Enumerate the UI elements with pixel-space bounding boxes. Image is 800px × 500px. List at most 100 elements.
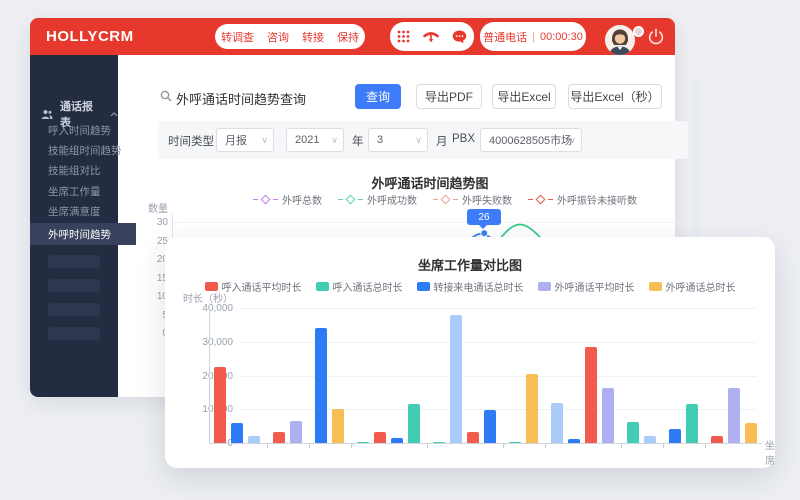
bar-6-0 bbox=[551, 403, 563, 443]
legend-swatch bbox=[649, 282, 662, 291]
line-legend-item-0[interactable]: 外呼总数 bbox=[253, 192, 322, 207]
year-select[interactable]: 2021∨ bbox=[286, 128, 344, 152]
bar-9-0 bbox=[711, 436, 723, 443]
phone-down-icon[interactable] bbox=[423, 30, 439, 44]
sidebar-skeleton bbox=[48, 303, 100, 316]
chart-tooltip-arrow bbox=[479, 225, 487, 233]
line-chart-legend: 外呼总数 外呼成功数 外呼失败数 外呼振铃未接听数 bbox=[195, 192, 695, 207]
legend-line bbox=[358, 199, 363, 201]
bar-4-1 bbox=[450, 315, 462, 443]
header-icon-group bbox=[390, 22, 474, 51]
grid-icon[interactable] bbox=[397, 30, 410, 43]
x-axis-tick bbox=[309, 444, 310, 448]
bar-0-0 bbox=[214, 367, 226, 443]
sidebar-item-3[interactable]: 坐席工作量 bbox=[30, 181, 136, 201]
bar-5-0 bbox=[509, 442, 521, 444]
time-type-value: 月报 bbox=[225, 132, 247, 148]
pbx-select[interactable]: 4000628505市场∨ bbox=[480, 128, 582, 152]
bar-legend-item-1[interactable]: 呼入通话总时长 bbox=[316, 279, 403, 294]
export-button-2[interactable]: 导出Excel bbox=[492, 84, 556, 109]
bar-4-2 bbox=[467, 432, 479, 443]
power-icon[interactable] bbox=[647, 28, 665, 46]
bar-6-3 bbox=[602, 388, 614, 443]
legend-line bbox=[253, 199, 258, 201]
search-icon bbox=[160, 90, 172, 102]
month-suffix: 月 bbox=[436, 133, 448, 149]
bar-chart-legend: 呼入通话平均时长 呼入通话总时长转接来电通话总时长外呼通话平均时长外呼通话总时长 bbox=[165, 279, 775, 294]
call-action-0[interactable]: 转调查 bbox=[221, 29, 254, 45]
x-axis-tick bbox=[267, 444, 268, 448]
sidebar-item-5[interactable]: 外呼时间趋势 bbox=[30, 223, 136, 245]
x-axis-tick bbox=[427, 444, 428, 448]
call-action-2[interactable]: 转接 bbox=[302, 29, 324, 45]
legend-line bbox=[528, 199, 533, 201]
line-legend-item-2[interactable]: 外呼失败数 bbox=[433, 192, 512, 207]
divider: | bbox=[532, 31, 535, 43]
month-value: 3 bbox=[377, 134, 383, 146]
bar-legend-item-2[interactable]: 转接来电通话总时长 bbox=[417, 279, 524, 294]
bar-2-0 bbox=[315, 328, 327, 443]
avatar[interactable] bbox=[605, 25, 635, 55]
bar-8-1 bbox=[686, 404, 698, 443]
legend-swatch bbox=[316, 282, 329, 291]
legend-diamond-icon bbox=[441, 195, 451, 205]
call-status-pill[interactable]: 普通电话 | 00:00:30 bbox=[480, 22, 586, 51]
sidebar-skeleton bbox=[48, 279, 100, 292]
bar-9-2 bbox=[745, 423, 757, 443]
line-y-tick: 15 bbox=[130, 273, 168, 284]
legend-line bbox=[273, 199, 278, 201]
users-icon bbox=[41, 109, 53, 120]
x-axis-tick bbox=[621, 444, 622, 448]
bar-3-0 bbox=[357, 442, 369, 444]
pbx-label: PBX bbox=[452, 133, 475, 145]
month-select[interactable]: 3∨ bbox=[368, 128, 428, 152]
bar-4-3 bbox=[484, 410, 496, 443]
line-y-tick: 30 bbox=[130, 217, 168, 228]
sidebar-item-2[interactable]: 技能组对比 bbox=[30, 160, 136, 180]
call-action-group: 转调查咨询转接保持 bbox=[215, 24, 365, 49]
x-axis-tick bbox=[545, 444, 546, 448]
chat-icon[interactable] bbox=[452, 30, 467, 44]
bar-legend-item-4[interactable]: 外呼通话总时长 bbox=[649, 279, 736, 294]
sidebar-item-4[interactable]: 坐席满意度 bbox=[30, 201, 136, 221]
chevron-up-icon bbox=[110, 112, 118, 117]
legend-swatch bbox=[538, 282, 551, 291]
legend-label: 外呼总数 bbox=[282, 192, 322, 207]
export-button-1[interactable]: 导出PDF bbox=[416, 84, 482, 109]
sidebar-item-1[interactable]: 技能组时间趋势 bbox=[30, 140, 136, 160]
call-timer: 00:00:30 bbox=[540, 31, 583, 43]
line-y-tick: 25 bbox=[130, 236, 168, 247]
legend-label: 外呼振铃未接听数 bbox=[557, 192, 637, 207]
time-type-select[interactable]: 月报∨ bbox=[216, 128, 274, 152]
legend-label: 呼入通话平均时长 bbox=[222, 279, 302, 294]
sidebar-skeleton bbox=[48, 255, 100, 268]
legend-label: 呼入通话总时长 bbox=[333, 279, 403, 294]
line-y-tick: 0 bbox=[130, 328, 168, 339]
search-button[interactable]: 查询 bbox=[355, 84, 401, 109]
line-y-tick: 5 bbox=[130, 310, 168, 321]
bar-5-1 bbox=[526, 374, 538, 443]
gridline bbox=[240, 308, 757, 309]
time-type-label: 时间类型 bbox=[168, 133, 214, 149]
bar-chart-y-axis bbox=[209, 303, 210, 443]
bar-chart-title: 坐席工作量对比图 bbox=[165, 255, 775, 274]
bar-0-1 bbox=[231, 423, 243, 443]
bar-legend-item-3[interactable]: 外呼通话平均时长 bbox=[538, 279, 635, 294]
x-axis-tick bbox=[503, 444, 504, 448]
line-legend-item-3[interactable]: 外呼振铃未接听数 bbox=[528, 192, 637, 207]
chevron-down-icon: ∨ bbox=[415, 135, 422, 146]
chevron-down-icon: ∨ bbox=[569, 135, 576, 146]
line-legend-item-1[interactable]: 外呼成功数 bbox=[338, 192, 417, 207]
bar-3-2 bbox=[391, 438, 403, 443]
x-axis-tick bbox=[663, 444, 664, 448]
bar-4-0 bbox=[433, 442, 445, 444]
export-button-3[interactable]: 导出Excel（秒） bbox=[568, 84, 662, 109]
bar-y-tick: 30,000 bbox=[173, 337, 233, 348]
sidebar-item-0[interactable]: 呼入时间趋势 bbox=[30, 120, 136, 140]
x-axis-tick bbox=[705, 444, 706, 448]
call-action-1[interactable]: 咨询 bbox=[267, 29, 289, 45]
bar-1-1 bbox=[290, 421, 302, 443]
bar-9-1 bbox=[728, 388, 740, 443]
call-action-3[interactable]: 保持 bbox=[337, 29, 359, 45]
presence-dot bbox=[633, 26, 644, 37]
